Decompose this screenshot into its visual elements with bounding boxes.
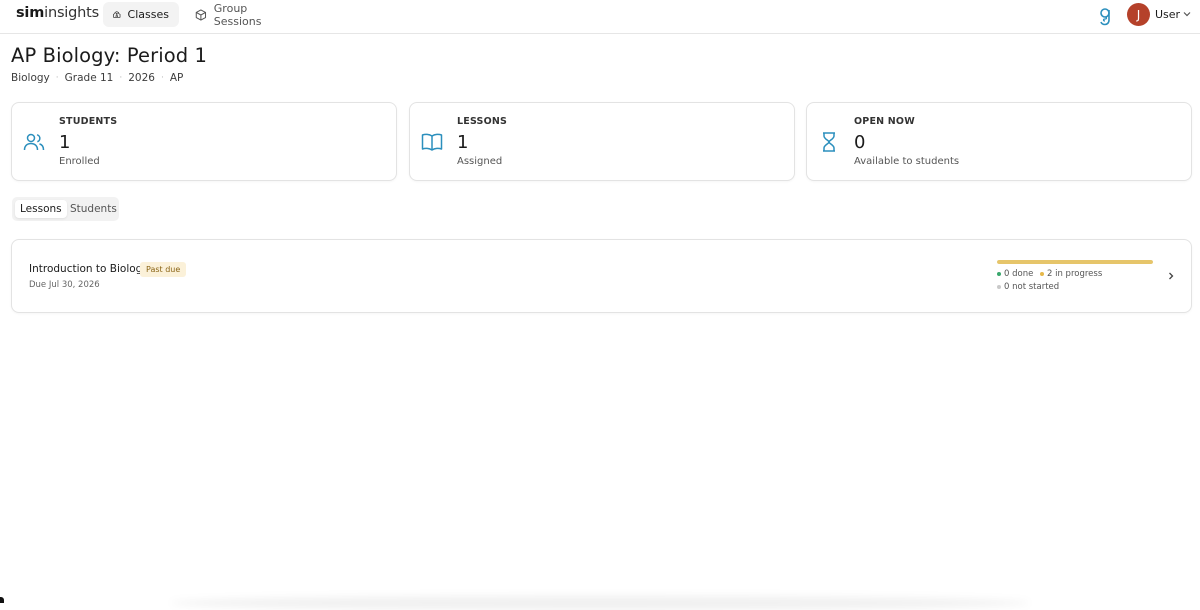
stat-subtext: Enrolled bbox=[59, 156, 100, 167]
stat-value: 0 bbox=[854, 132, 866, 153]
progress-fill bbox=[997, 260, 1153, 264]
legend-not-started: 0 not started bbox=[997, 282, 1059, 292]
meta-year: 2026 bbox=[128, 72, 155, 84]
stat-label: STUDENTS bbox=[59, 116, 118, 127]
nav-tab-label: Group Sessions bbox=[213, 1, 262, 28]
in-progress-dot bbox=[1040, 272, 1044, 276]
cube-icon bbox=[195, 8, 207, 21]
users-icon bbox=[23, 133, 45, 151]
meta-grade: Grade 11 bbox=[64, 72, 114, 84]
done-count: 0 done bbox=[1004, 269, 1034, 279]
nav-tab-group-sessions[interactable]: Group Sessions bbox=[185, 1, 295, 28]
app-logo[interactable]: siminsights bbox=[16, 5, 99, 21]
stat-value: 1 bbox=[59, 132, 71, 153]
avatar-initial: J bbox=[1136, 7, 1141, 22]
in-progress-count: 2 in progress bbox=[1047, 269, 1103, 279]
user-avatar[interactable]: J bbox=[1127, 3, 1150, 26]
view-tabs: Lessons Students bbox=[12, 197, 119, 221]
status-badge: Past due bbox=[140, 262, 187, 277]
meta-separator: · bbox=[160, 73, 164, 83]
legend-in-progress: 2 in progress bbox=[1040, 269, 1102, 279]
tab-lessons[interactable]: Lessons bbox=[15, 200, 67, 218]
page-title: AP Biology: Period 1 bbox=[11, 44, 208, 67]
legend-done: 0 done bbox=[997, 269, 1033, 279]
logo-bold-text: sim bbox=[16, 5, 45, 21]
stat-card-students: STUDENTS 1 Enrolled bbox=[11, 102, 397, 181]
nav-tab-label: Classes bbox=[127, 8, 169, 21]
lesson-title[interactable]: Introduction to Biology bbox=[29, 263, 149, 275]
logo-light-text: insights bbox=[44, 5, 99, 21]
not-started-count: 0 not started bbox=[1004, 282, 1060, 292]
tab-students[interactable]: Students bbox=[65, 200, 122, 218]
meta-subject: Biology bbox=[11, 72, 50, 84]
stat-label: LESSONS bbox=[457, 116, 508, 127]
chevron-down-icon[interactable] bbox=[1182, 9, 1192, 19]
stat-card-lessons: LESSONS 1 Assigned bbox=[409, 102, 795, 181]
meta-level: AP bbox=[169, 72, 184, 84]
not-started-dot bbox=[997, 285, 1001, 289]
top-bar: siminsights Classes Group Sessions J Use… bbox=[0, 0, 1200, 34]
class-meta: Biology · Grade 11 · 2026 · AP bbox=[11, 72, 183, 84]
bottom-shadow bbox=[170, 596, 1030, 610]
stat-subtext: Assigned bbox=[457, 156, 503, 167]
meta-separator: · bbox=[55, 73, 59, 83]
meta-separator: · bbox=[119, 73, 123, 83]
lesson-row[interactable]: Introduction to Biology Past due Due Jul… bbox=[11, 239, 1192, 313]
lesson-due-date: Due Jul 30, 2026 bbox=[29, 280, 100, 290]
brand-g-icon[interactable] bbox=[1098, 6, 1112, 26]
stat-subtext: Available to students bbox=[854, 156, 960, 167]
lesson-progress-bar bbox=[997, 260, 1153, 264]
book-icon bbox=[421, 133, 443, 151]
stat-value: 1 bbox=[457, 132, 469, 153]
stat-card-open-now: OPEN NOW 0 Available to students bbox=[806, 102, 1192, 181]
chevron-right-icon[interactable] bbox=[1167, 271, 1175, 281]
hourglass-icon bbox=[823, 132, 835, 152]
corner-mark bbox=[0, 597, 4, 603]
stat-label: OPEN NOW bbox=[854, 116, 915, 127]
done-dot bbox=[997, 272, 1001, 276]
nav-tab-classes[interactable]: Classes bbox=[103, 2, 179, 27]
school-icon bbox=[113, 11, 121, 18]
user-name[interactable]: User bbox=[1155, 8, 1180, 21]
